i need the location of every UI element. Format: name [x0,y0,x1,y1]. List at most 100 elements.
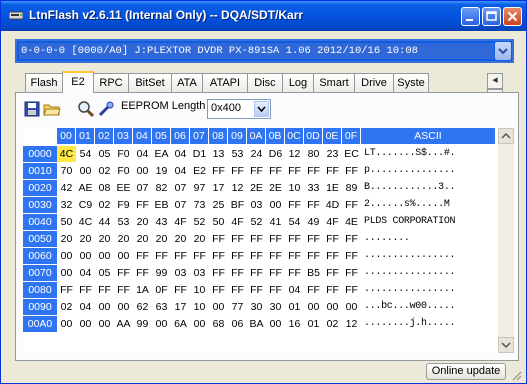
hex-cell[interactable]: 20 [114,231,133,247]
hex-cell[interactable]: FF [247,163,266,179]
hex-cell[interactable]: FF [285,163,304,179]
hex-cell[interactable]: 1A [133,282,152,298]
hex-cell[interactable]: FF [209,163,228,179]
hex-cell[interactable]: EE [114,180,133,196]
hex-cell[interactable]: FF [323,265,342,281]
hex-cell[interactable]: 53 [114,214,133,230]
hex-cell[interactable]: FF [285,248,304,264]
hex-cell[interactable]: FF [342,248,361,264]
tab-ata[interactable]: ATA [171,73,203,92]
hex-cell[interactable]: 2E [266,180,285,196]
hex-cell[interactable]: 1E [323,180,342,196]
hex-cell[interactable]: 01 [304,316,323,332]
hex-cell[interactable]: 12 [228,180,247,196]
hex-cell[interactable]: 00 [152,316,171,332]
hex-cell[interactable]: 4F [171,214,190,230]
ascii-cell[interactable]: LT.......S$...#. [361,146,496,162]
find-button[interactable] [77,100,95,118]
hex-cell[interactable]: 07 [171,197,190,213]
hex-cell[interactable]: 06 [228,316,247,332]
hex-cell[interactable]: 04 [76,265,95,281]
hex-cell[interactable]: 00 [209,299,228,315]
hex-cell[interactable]: 20 [76,231,95,247]
hex-cell[interactable]: 53 [228,146,247,162]
hex-cell[interactable]: AE [76,180,95,196]
hex-cell[interactable]: 32 [57,197,76,213]
hex-cell[interactable]: FF [114,265,133,281]
hex-cell[interactable]: 00 [95,299,114,315]
hex-cell[interactable]: 00 [95,316,114,332]
hex-cell[interactable]: 01 [285,299,304,315]
hex-cell[interactable]: 20 [133,231,152,247]
hex-cell[interactable]: 17 [171,299,190,315]
tab-scroll-left-button[interactable]: ◀ [487,73,503,89]
hex-cell[interactable]: EB [152,197,171,213]
hex-cell[interactable]: 20 [133,214,152,230]
ascii-cell[interactable]: PLDS CORPORATION [361,214,496,230]
hex-cell[interactable]: 00 [323,299,342,315]
ascii-cell[interactable]: B............3.. [361,180,496,196]
hex-cell[interactable]: FF [190,248,209,264]
hex-cell[interactable]: FF [133,265,152,281]
hex-cell[interactable]: 10 [190,282,209,298]
hex-cell[interactable]: 07 [171,180,190,196]
open-button[interactable] [43,100,61,118]
hex-cell[interactable]: FF [323,248,342,264]
hex-cell[interactable]: 04 [76,299,95,315]
hex-cell[interactable]: FF [247,231,266,247]
hex-cell[interactable]: FF [342,282,361,298]
hex-cell[interactable]: FF [152,248,171,264]
maximize-button[interactable] [482,7,501,26]
hex-cell[interactable]: E2 [190,163,209,179]
hex-cell[interactable]: FF [323,231,342,247]
hex-cell[interactable]: F0 [114,146,133,162]
hex-cell[interactable]: FF [133,248,152,264]
online-update-button[interactable]: Online update [426,363,506,380]
ascii-cell[interactable]: ................ [361,282,496,298]
hex-cell[interactable]: FF [266,231,285,247]
hex-cell[interactable]: 99 [152,265,171,281]
hex-cell[interactable]: 04 [285,282,304,298]
hex-cell[interactable]: 68 [209,316,228,332]
scroll-up-button[interactable] [498,128,514,144]
hex-cell[interactable]: 50 [209,214,228,230]
hex-cell[interactable]: 63 [152,299,171,315]
hex-vertical-scrollbar[interactable] [498,128,514,353]
hex-cell[interactable]: 2E [247,180,266,196]
hex-cell[interactable]: 00 [114,299,133,315]
hex-cell[interactable]: FF [304,231,323,247]
device-selector[interactable]: 0-0-0-0 [0000/A0] J:PLEXTOR DVDR PX-891S… [15,39,514,63]
tab-drive[interactable]: Drive [354,73,394,92]
hex-cell[interactable]: FF [266,163,285,179]
hex-cell[interactable]: FF [247,282,266,298]
hex-cell[interactable]: FF [95,282,114,298]
hex-cell[interactable]: 10 [285,180,304,196]
ascii-cell[interactable]: ...bc...w00..... [361,299,496,315]
hex-cell[interactable]: AA [114,316,133,332]
hex-cell[interactable]: 05 [95,146,114,162]
hex-cell[interactable]: EC [342,146,361,162]
hex-cell[interactable]: 99 [133,316,152,332]
hex-cell[interactable]: 0F [152,282,171,298]
hex-cell[interactable]: 44 [95,214,114,230]
ascii-cell[interactable]: ................ [361,248,496,264]
hex-cell[interactable]: FF [228,163,247,179]
hex-cell[interactable]: F9 [114,197,133,213]
hex-cell[interactable]: FF [228,265,247,281]
hex-cell[interactable]: 4F [323,214,342,230]
hex-cell[interactable]: 04 [171,163,190,179]
hex-cell[interactable]: C9 [76,197,95,213]
hex-cell[interactable]: FF [304,248,323,264]
tab-log[interactable]: Log [282,73,314,92]
hex-grid[interactable]: 00 01 02 03 04 05 06 07 08 09 0A 0B 0C 0D 0E 0F ASCII 000… [23,128,514,353]
ascii-cell[interactable]: 2......s%.....M [361,197,496,213]
hex-cell[interactable]: 12 [342,316,361,332]
hex-cell[interactable]: 50 [57,214,76,230]
hex-cell[interactable]: FF [266,248,285,264]
hex-cell[interactable]: 25 [209,197,228,213]
hex-cell[interactable]: FF [323,163,342,179]
hex-cell[interactable]: 00 [57,265,76,281]
hex-cell[interactable]: 24 [247,146,266,162]
hex-cell[interactable]: 00 [304,299,323,315]
hex-cell[interactable]: 23 [323,146,342,162]
